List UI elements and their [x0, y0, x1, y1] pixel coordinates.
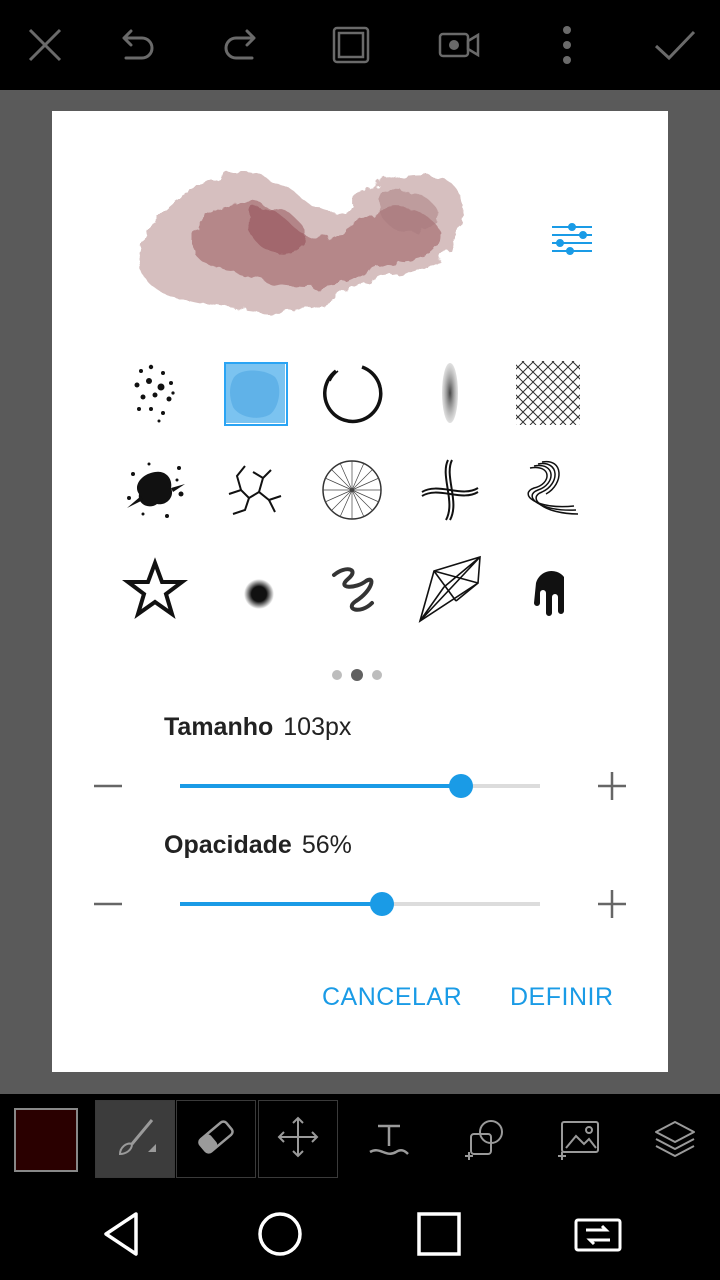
star-brush[interactable]	[115, 549, 195, 629]
airbrush-brush[interactable]	[410, 353, 490, 433]
opacity-value: 56%	[301, 831, 352, 859]
cancel-button[interactable]: CANCELAR	[322, 983, 462, 1012]
opacity-label: Opacidade	[164, 831, 292, 859]
close-icon[interactable]	[14, 14, 76, 76]
brush-preview	[139, 172, 463, 313]
brush-settings-dialog: Tamanho 103px Opacidade 56% CANCELAR DEFIN…	[52, 111, 668, 1072]
opacity-decrease-button[interactable]	[86, 882, 130, 926]
wave-lines-brush[interactable]	[508, 450, 588, 530]
top-toolbar	[0, 0, 720, 90]
size-slider-thumb[interactable]	[448, 774, 473, 798]
home-icon[interactable]	[250, 1204, 310, 1264]
system-navigation-bar	[0, 1184, 720, 1280]
redo-icon[interactable]	[212, 14, 274, 76]
size-label: Tamanho	[164, 713, 274, 741]
move-tool[interactable]	[258, 1100, 338, 1178]
eraser-tool[interactable]	[176, 1100, 256, 1178]
color-picker-swatch[interactable]	[14, 1108, 78, 1172]
move-icon	[275, 1114, 321, 1165]
shape-add-icon[interactable]	[453, 1108, 515, 1170]
undo-icon[interactable]	[104, 14, 166, 76]
opacity-label-row: Opacidade 56%	[164, 831, 352, 860]
drip-brush[interactable]	[508, 549, 588, 629]
page-dot[interactable]	[372, 670, 382, 680]
ring-brush[interactable]	[312, 353, 392, 433]
size-label-row: Tamanho 103px	[164, 713, 351, 742]
soft-dot-brush[interactable]	[215, 549, 295, 629]
ribbon-brush[interactable]	[410, 450, 490, 530]
text-icon[interactable]	[358, 1108, 420, 1170]
brush-tool[interactable]	[95, 1100, 175, 1178]
watercolor-brush[interactable]	[215, 353, 295, 433]
brush-icon	[112, 1114, 158, 1165]
geometric-brush[interactable]	[410, 549, 490, 629]
video-camera-icon[interactable]	[428, 14, 490, 76]
layers-icon[interactable]	[644, 1108, 706, 1170]
size-slider-fill	[180, 784, 461, 788]
page-dot[interactable]	[332, 670, 342, 680]
size-value: 103px	[283, 713, 352, 741]
dots-brush[interactable]	[115, 353, 195, 433]
define-button[interactable]: DEFINIR	[510, 983, 614, 1012]
opacity-slider[interactable]	[180, 892, 540, 916]
recents-icon[interactable]	[409, 1204, 469, 1264]
scribble-brush[interactable]	[312, 549, 392, 629]
switch-app-icon[interactable]	[568, 1204, 628, 1264]
image-add-icon[interactable]	[548, 1108, 610, 1170]
more-vert-icon[interactable]	[536, 14, 598, 76]
bottom-toolbar	[0, 1094, 720, 1184]
circle-sketch-brush[interactable]	[312, 450, 392, 530]
page-indicator	[332, 668, 382, 682]
crosshatch-brush[interactable]	[508, 353, 588, 433]
eraser-icon	[193, 1114, 239, 1165]
size-increase-button[interactable]	[590, 764, 634, 808]
size-slider[interactable]	[180, 774, 540, 798]
check-icon[interactable]	[644, 14, 706, 76]
size-decrease-button[interactable]	[86, 764, 130, 808]
opacity-slider-thumb[interactable]	[369, 892, 394, 916]
opacity-increase-button[interactable]	[590, 882, 634, 926]
back-icon[interactable]	[92, 1204, 152, 1264]
brush-settings-icon[interactable]	[550, 221, 594, 257]
splatter-brush[interactable]	[115, 450, 195, 530]
page-dot-active[interactable]	[351, 669, 363, 681]
fullscreen-icon[interactable]	[320, 14, 382, 76]
opacity-slider-fill	[180, 902, 382, 906]
cracks-brush[interactable]	[215, 450, 295, 530]
